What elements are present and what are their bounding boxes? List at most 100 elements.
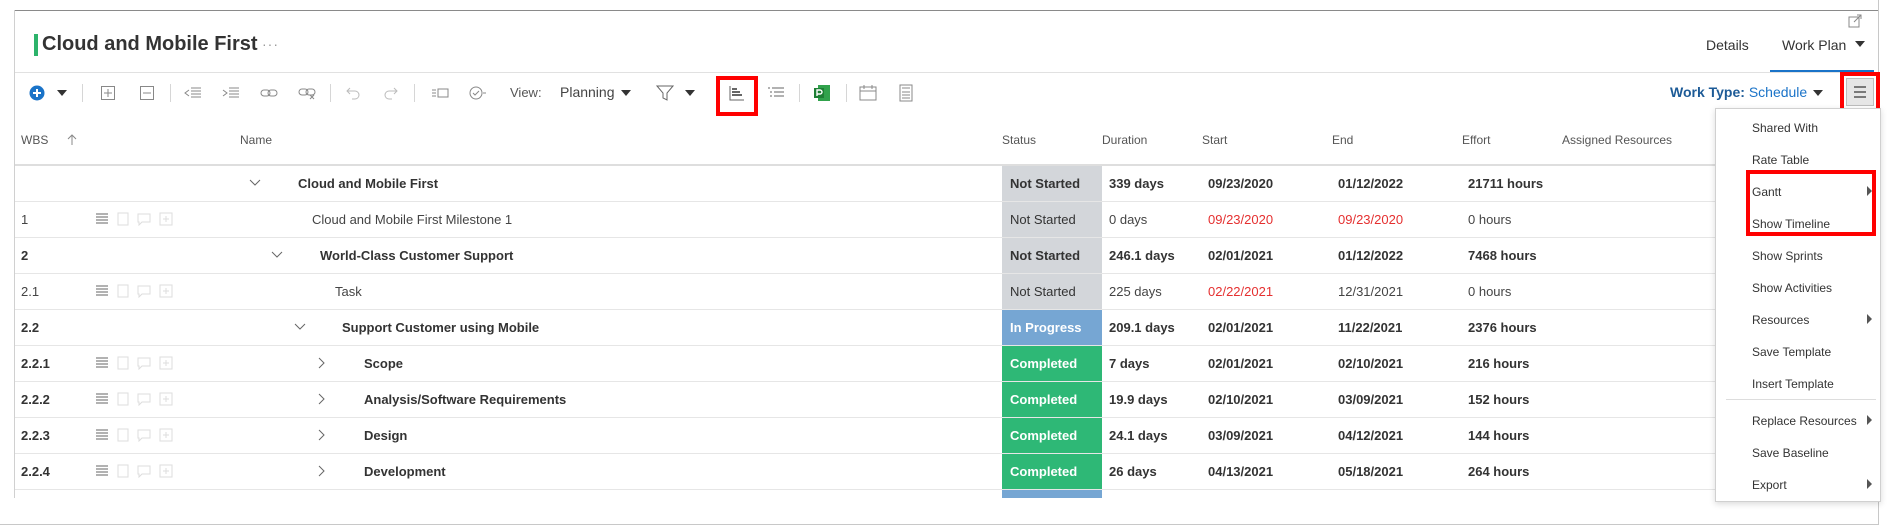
- add-button[interactable]: [28, 82, 46, 104]
- add-note-icon[interactable]: [159, 464, 173, 478]
- status-badge[interactable]: In Progress: [1002, 310, 1102, 345]
- row-duration[interactable]: 209.1 days: [1109, 310, 1175, 345]
- row-duration[interactable]: 19.9 days: [1109, 382, 1168, 417]
- menu-item-export[interactable]: Export: [1752, 478, 1787, 492]
- details-icon[interactable]: [95, 464, 109, 478]
- row-end[interactable]: 12/31/2021: [1338, 274, 1403, 309]
- filter-button[interactable]: [656, 82, 674, 104]
- details-icon[interactable]: [95, 284, 109, 298]
- filter-dropdown-button[interactable]: [684, 82, 696, 104]
- row-name[interactable]: Support Customer using Mobile: [342, 310, 539, 345]
- add-note-icon[interactable]: [159, 392, 173, 406]
- menu-item-rate-table[interactable]: Rate Table: [1752, 153, 1809, 167]
- row-effort[interactable]: 2376 hours: [1468, 310, 1537, 345]
- work-type-dropdown-button[interactable]: [1812, 82, 1824, 104]
- status-badge[interactable]: Completed: [1002, 454, 1102, 489]
- add-note-icon[interactable]: [159, 428, 173, 442]
- row-duration[interactable]: 225 days: [1109, 274, 1162, 309]
- chevron-right-icon[interactable]: [315, 428, 329, 442]
- status-badge[interactable]: Completed: [1002, 418, 1102, 453]
- baseline-button[interactable]: [430, 82, 450, 104]
- table-row[interactable]: 2.2.1 Scope Completed 7 days 02/01/2021 …: [15, 346, 1715, 382]
- menu-item-show-activities[interactable]: Show Activities: [1752, 281, 1832, 295]
- add-note-icon[interactable]: [159, 284, 173, 298]
- comment-icon[interactable]: [137, 212, 151, 226]
- column-header-effort[interactable]: Effort: [1462, 133, 1490, 147]
- ms-project-button[interactable]: [812, 82, 832, 104]
- status-badge[interactable]: Completed: [1002, 346, 1102, 381]
- details-icon[interactable]: [95, 356, 109, 370]
- row-name[interactable]: Analysis/Software Requirements: [364, 382, 566, 417]
- status-badge[interactable]: Not Started: [1002, 202, 1102, 237]
- row-start[interactable]: 02/01/2021: [1208, 346, 1273, 381]
- menu-item-show-sprints[interactable]: Show Sprints: [1752, 249, 1823, 263]
- row-effort[interactable]: 0 hours: [1468, 274, 1511, 309]
- table-row[interactable]: 2.1 Task Not Started 225 days 02/22/2021…: [15, 274, 1715, 310]
- view-select[interactable]: Planning: [560, 84, 615, 100]
- row-effort[interactable]: 0 hours: [1468, 202, 1511, 237]
- gantt-button[interactable]: [727, 82, 747, 104]
- work-type-value[interactable]: Schedule: [1749, 84, 1807, 100]
- row-start[interactable]: 02/22/2021: [1208, 274, 1273, 309]
- menu-item-save-baseline[interactable]: Save Baseline: [1752, 446, 1829, 460]
- chevron-right-icon[interactable]: [315, 356, 329, 370]
- add-dropdown-button[interactable]: [56, 82, 68, 104]
- row-effort[interactable]: 152 hours: [1468, 382, 1529, 417]
- row-end[interactable]: 11/22/2021: [1338, 310, 1402, 345]
- attachment-icon[interactable]: [117, 428, 129, 442]
- status-badge[interactable]: Not Started: [1002, 238, 1102, 273]
- row-end[interactable]: 02/10/2021: [1338, 346, 1403, 381]
- view-dropdown-button[interactable]: [620, 82, 632, 104]
- calendar-button[interactable]: [858, 82, 878, 104]
- row-name[interactable]: Cloud and Mobile First Milestone 1: [312, 202, 512, 237]
- row-start[interactable]: 09/23/2020: [1208, 166, 1273, 201]
- row-end[interactable]: 03/09/2021: [1338, 382, 1403, 417]
- details-icon[interactable]: [95, 212, 109, 226]
- row-duration[interactable]: 26 days: [1109, 454, 1157, 489]
- status-badge[interactable]: Completed: [1002, 382, 1102, 417]
- list-indent-button[interactable]: [766, 82, 786, 104]
- check-button[interactable]: [468, 82, 488, 104]
- column-header-duration[interactable]: Duration: [1102, 133, 1147, 147]
- chevron-right-icon[interactable]: [315, 464, 329, 478]
- title-more-icon[interactable]: ···: [262, 36, 279, 52]
- chevron-down-icon[interactable]: [1855, 41, 1865, 47]
- row-name[interactable]: Cloud and Mobile First: [298, 166, 438, 201]
- status-badge[interactable]: Not Started: [1002, 274, 1102, 309]
- unlink-button[interactable]: [298, 82, 316, 104]
- row-name[interactable]: Scope: [364, 346, 403, 381]
- row-duration[interactable]: 24.1 days: [1109, 418, 1168, 453]
- column-header-end[interactable]: End: [1332, 133, 1353, 147]
- more-menu-button[interactable]: [1846, 78, 1874, 106]
- attachment-icon[interactable]: [117, 356, 129, 370]
- comment-icon[interactable]: [137, 464, 151, 478]
- menu-item-replace-resources[interactable]: Replace Resources: [1752, 414, 1857, 428]
- row-effort[interactable]: 264 hours: [1468, 454, 1529, 489]
- chevron-down-icon[interactable]: [293, 320, 307, 334]
- row-end[interactable]: 05/18/2021: [1338, 454, 1403, 489]
- row-start[interactable]: 02/01/2021: [1208, 310, 1273, 345]
- row-effort[interactable]: 21711 hours: [1468, 166, 1543, 201]
- expand-all-button[interactable]: [100, 82, 116, 104]
- row-start[interactable]: 02/01/2021: [1208, 238, 1273, 273]
- menu-item-insert-template[interactable]: Insert Template: [1752, 377, 1834, 391]
- row-name[interactable]: Design: [364, 418, 407, 453]
- chevron-right-icon[interactable]: [315, 392, 329, 406]
- row-effort[interactable]: 216 hours: [1468, 346, 1529, 381]
- column-header-wbs[interactable]: WBS: [21, 133, 48, 147]
- row-end[interactable]: 04/12/2021: [1338, 418, 1403, 453]
- outdent-button[interactable]: [184, 82, 202, 104]
- row-start[interactable]: 03/09/2021: [1208, 418, 1273, 453]
- column-header-assigned-resources[interactable]: Assigned Resources: [1562, 133, 1672, 147]
- attachment-icon[interactable]: [117, 212, 129, 226]
- link-button[interactable]: [260, 82, 278, 104]
- calculator-button[interactable]: [896, 82, 916, 104]
- chevron-down-icon[interactable]: [248, 176, 262, 190]
- table-row[interactable]: 2 World-Class Customer Support Not Start…: [15, 238, 1715, 274]
- menu-item-resources[interactable]: Resources: [1752, 313, 1809, 327]
- expand-window-icon[interactable]: [1848, 14, 1862, 28]
- table-row[interactable]: 2.2.4 Development Completed 26 days 04/1…: [15, 454, 1715, 490]
- row-duration[interactable]: 0 days: [1109, 202, 1147, 237]
- table-row[interactable]: 1 Cloud and Mobile First Milestone 1 Not…: [15, 202, 1715, 238]
- comment-icon[interactable]: [137, 356, 151, 370]
